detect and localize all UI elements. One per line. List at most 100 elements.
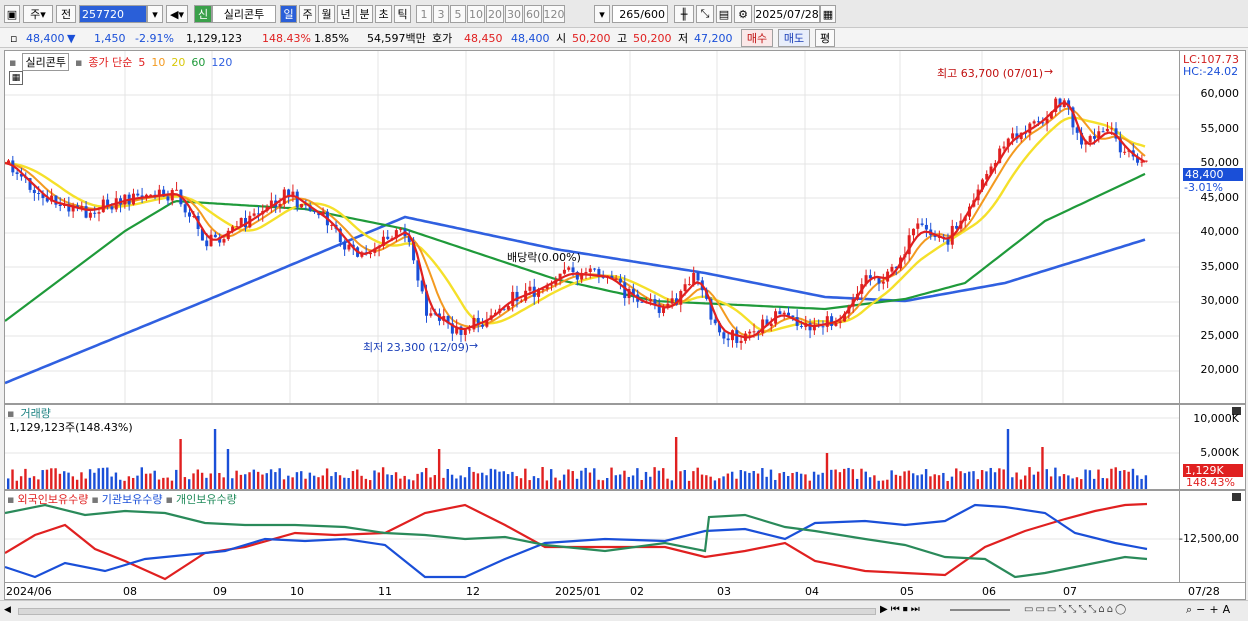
- x-axis: [4, 583, 1246, 600]
- volume-bar: [1127, 471, 1130, 489]
- minute-tab-1[interactable]: 3: [433, 5, 449, 23]
- holder-panel[interactable]: ▪ 외국인보유수량 ▪ 기관보유수량 ▪ 개인보유수량: [4, 490, 1180, 583]
- volume-bar: [696, 467, 699, 489]
- save-icon[interactable]: ▤: [716, 5, 732, 23]
- candle-body: [713, 319, 717, 324]
- period-tab-0[interactable]: 일: [280, 5, 297, 23]
- volume-tick: 10,000K: [1193, 412, 1239, 425]
- eval-button[interactable]: 평: [815, 29, 835, 47]
- minute-tab-6[interactable]: 60: [524, 5, 542, 23]
- volume-bar: [265, 473, 268, 489]
- zoom-icons[interactable]: ⌕−+A: [1186, 603, 1234, 617]
- calendar-icon[interactable]: ▦: [820, 5, 836, 23]
- horizontal-scrollbar[interactable]: [18, 608, 876, 615]
- buy-button[interactable]: 매수: [741, 29, 773, 47]
- volume-bar: [730, 471, 734, 489]
- volume-bar: [606, 478, 609, 489]
- zoom-slider[interactable]: [950, 609, 1010, 611]
- volume-bar: [812, 471, 816, 489]
- volume-bar: [88, 469, 92, 489]
- candle-body: [1105, 128, 1109, 132]
- candle-body: [696, 272, 700, 281]
- stock-code-input[interactable]: 257720: [79, 5, 147, 23]
- volume-bar: [196, 469, 200, 489]
- sound-icon[interactable]: ◀▾: [166, 5, 188, 23]
- volume-bar: [248, 472, 251, 489]
- gear-icon[interactable]: ⚙: [734, 5, 752, 23]
- candle-icon[interactable]: ╫: [674, 5, 694, 23]
- playback-controls[interactable]: ▶⏮⏹⏭: [880, 604, 923, 615]
- price-chart-panel[interactable]: ▪ 실리콘투 ▪ 종가 단순 5 10 20 60 120 ▦ 최고 63,70…: [4, 50, 1180, 404]
- period-tab-2[interactable]: 월: [318, 5, 335, 23]
- volume-bar: [562, 474, 566, 489]
- period-tab-1[interactable]: 주: [299, 5, 316, 23]
- volume-bar: [459, 475, 462, 489]
- x-axis-label: 07/28: [1188, 585, 1220, 598]
- period-tab-3[interactable]: 년: [337, 5, 354, 23]
- volume-bar: [511, 471, 514, 489]
- volume-bar: [1144, 475, 1148, 489]
- candle-body: [752, 331, 756, 333]
- volume-bar: [881, 480, 885, 489]
- legend-ma60: 60: [191, 55, 206, 69]
- table-icon[interactable]: ▦: [9, 71, 23, 85]
- period-tab-4[interactable]: 분: [356, 5, 373, 23]
- date-input[interactable]: 2025/07/28: [754, 5, 820, 23]
- minute-tab-5[interactable]: 30: [505, 5, 523, 23]
- volume-bar: [463, 477, 467, 489]
- volume-bar: [532, 476, 536, 489]
- candle-body: [1092, 136, 1096, 139]
- volume-bar: [1011, 477, 1014, 489]
- volume-bar: [963, 473, 967, 489]
- count-input[interactable]: 265/600: [612, 5, 668, 23]
- sell-button[interactable]: 매도: [778, 29, 810, 47]
- volume-bar: [123, 480, 126, 489]
- legend-stock-name[interactable]: 실리콘투: [22, 53, 69, 71]
- period-tab-6[interactable]: 틱: [394, 5, 411, 23]
- scroll-left-icon[interactable]: ◀: [4, 604, 16, 617]
- period-tab-5[interactable]: 초: [375, 5, 392, 23]
- volume-bar: [657, 470, 661, 489]
- volume-bar: [312, 475, 316, 489]
- volume-bar: [584, 467, 587, 489]
- volume-bar: [420, 472, 424, 489]
- volume-bar: [726, 473, 730, 489]
- volume-panel[interactable]: ▪ 거래량 1,129,123주(148.43%): [4, 404, 1180, 490]
- volume-bar: [239, 474, 243, 489]
- drawing-tools[interactable]: ▭▭▭⤡⤡⤡⤡⌂⌂◯: [1024, 604, 1128, 615]
- volume-bar: [1131, 468, 1135, 489]
- price-legend: ▪ 실리콘투 ▪ 종가 단순 5 10 20 60 120: [9, 53, 232, 71]
- bottom-bar: ◀ ▶⏮⏹⏭ ▭▭▭⤡⤡⤡⤡⌂⌂◯ ⌕−+A: [0, 600, 1248, 621]
- window-icon[interactable]: ▣: [4, 5, 20, 23]
- trade-amount: 54,597백만: [367, 32, 426, 45]
- bid-price: 48,400: [511, 31, 550, 45]
- minute-dropdown-icon[interactable]: ▾: [594, 5, 610, 23]
- chart-toolbar: ▣ 주 ▾ 전 257720 ▾ ◀▾ 신 실리콘투 일주월년분초틱 1 3 5 10 2…: [0, 0, 1248, 28]
- volume-bar: [873, 475, 876, 489]
- volume-bar: [506, 474, 510, 489]
- legend-square-icon: ▪: [7, 492, 15, 506]
- code-dropdown-icon[interactable]: ▾: [147, 5, 163, 23]
- volume-bar: [1062, 474, 1066, 489]
- ma120-line: [5, 215, 1146, 385]
- x-axis-label: 02: [630, 585, 644, 598]
- minute-tab-4[interactable]: 20: [486, 5, 504, 23]
- volume-bar: [1110, 468, 1113, 489]
- period-dropdown[interactable]: 주 ▾: [23, 5, 53, 23]
- candle-body: [890, 266, 894, 272]
- prev-button[interactable]: 전: [56, 5, 76, 23]
- volume-bar: [735, 478, 738, 489]
- minute-tab-0[interactable]: 1: [416, 5, 432, 23]
- tools-icon[interactable]: ⤡: [696, 5, 714, 23]
- minute-tab-2[interactable]: 5: [450, 5, 466, 23]
- panel-close-icon[interactable]: [1232, 493, 1241, 501]
- volume-bar: [394, 472, 398, 489]
- minute-tab-3[interactable]: 10: [467, 5, 485, 23]
- volume-bar: [41, 470, 44, 489]
- volume-bar: [144, 473, 148, 489]
- legend-square-icon: ▪: [74, 55, 83, 69]
- minute-tab-7[interactable]: 120: [543, 5, 565, 23]
- volume-bar: [791, 472, 794, 489]
- hc-label: HC:-24.02: [1183, 65, 1239, 78]
- annotation-low: 최저 23,300 (12/09): [363, 341, 470, 354]
